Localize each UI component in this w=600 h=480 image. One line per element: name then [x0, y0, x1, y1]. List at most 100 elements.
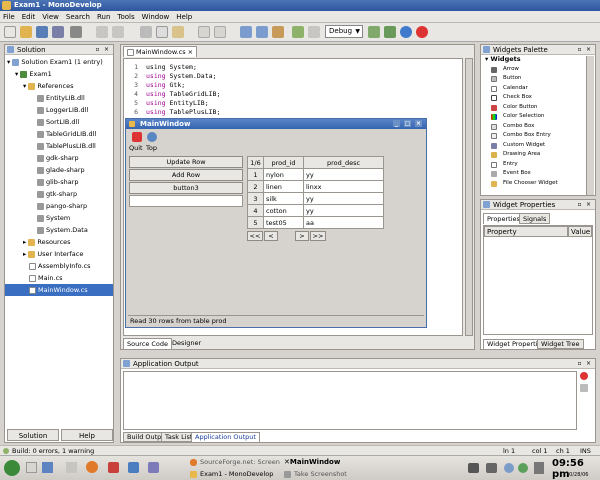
tree-item-project[interactable]: ▾ Exam1	[5, 68, 113, 80]
first-page-button[interactable]: <<	[247, 231, 263, 241]
cell-prod-id[interactable]: cotton	[263, 204, 304, 217]
table-row[interactable]: 4 cotton yy	[247, 204, 384, 217]
cell-prod-desc[interactable]: linxx	[303, 180, 384, 193]
close-icon[interactable]: ×	[585, 360, 592, 367]
cell-prod-desc[interactable]: yy	[303, 204, 384, 217]
file-manager-icon[interactable]	[66, 462, 77, 473]
tree-item-reference[interactable]: EntityLIB.dll	[5, 92, 113, 104]
palette-scrollbar[interactable]	[586, 56, 594, 195]
menu-run[interactable]: Run	[97, 13, 110, 21]
menu-file[interactable]: File	[3, 13, 15, 21]
palette-item[interactable]: Event Box	[481, 169, 585, 179]
volume-icon[interactable]	[534, 462, 544, 474]
add-row-button[interactable]: Add Row	[129, 169, 243, 181]
tree-item-reference[interactable]: System	[5, 212, 113, 224]
pin-icon[interactable]: ▫	[94, 46, 101, 53]
cell-prod-desc[interactable]: yy	[303, 192, 384, 205]
tree-item-solution[interactable]: ▾ Solution Exam1 (1 entry)	[5, 56, 113, 68]
palette-item[interactable]: Calendar	[481, 84, 585, 94]
maximize-icon[interactable]: □	[404, 120, 411, 127]
tree-item-file-selected[interactable]: MainWindow.cs	[5, 284, 113, 296]
network-icon[interactable]	[468, 463, 479, 473]
menu-edit[interactable]: Edit	[22, 13, 36, 21]
palette-item[interactable]: Color Button	[481, 103, 585, 113]
status-tray-icon[interactable]	[518, 463, 528, 473]
printer-tray-icon[interactable]	[486, 463, 497, 473]
palette-item[interactable]: Combo Box	[481, 122, 585, 132]
tab-designer[interactable]: Designer	[169, 338, 204, 349]
palette-item[interactable]: Color Selection	[481, 112, 585, 122]
palette-item[interactable]: File Chooser Widget	[481, 179, 585, 189]
comment-icon[interactable]	[272, 26, 284, 38]
app-launcher-icon[interactable]	[128, 462, 139, 473]
tab-properties[interactable]: Properties	[483, 213, 524, 224]
unindent-icon[interactable]	[256, 26, 268, 38]
clear-output-icon[interactable]	[580, 384, 588, 392]
pin-icon[interactable]: ▫	[576, 46, 583, 53]
app-launcher-icon[interactable]	[108, 462, 119, 473]
menu-view[interactable]: View	[42, 13, 59, 21]
column-header-prod-desc[interactable]: prod_desc	[303, 156, 384, 169]
tree-item-user-interface[interactable]: ▸ User Interface	[5, 248, 113, 260]
build-icon[interactable]	[368, 26, 380, 38]
tab-application-output[interactable]: Application Output	[191, 432, 260, 442]
table-row[interactable]: 3 silk yy	[247, 192, 384, 205]
output-text-area[interactable]	[123, 371, 577, 430]
tree-item-resources[interactable]: ▸ Resources	[5, 236, 113, 248]
column-header-prod-id[interactable]: prod_id	[263, 156, 304, 169]
tree-item-file[interactable]: Main.cs	[5, 272, 113, 284]
help-tab-button[interactable]: Help	[61, 429, 113, 441]
terminal-icon[interactable]	[42, 462, 53, 473]
tree-item-reference[interactable]: SortLIB.dll	[5, 116, 113, 128]
pin-icon[interactable]: ▫	[576, 360, 583, 367]
next-bookmark-icon[interactable]	[308, 26, 320, 38]
palette-item[interactable]: Entry	[481, 160, 585, 170]
tree-item-reference[interactable]: gdk-sharp	[5, 152, 113, 164]
last-page-button[interactable]: >>	[310, 231, 326, 241]
close-icon[interactable]: ×	[188, 48, 193, 56]
top-icon[interactable]	[147, 132, 157, 142]
palette-item[interactable]: Button	[481, 74, 585, 84]
redo-icon[interactable]	[112, 26, 124, 38]
firefox-icon[interactable]	[86, 461, 98, 473]
palette-item[interactable]: Combo Box Entry	[481, 131, 585, 141]
save-all-icon[interactable]	[52, 26, 64, 38]
build-all-icon[interactable]	[384, 26, 396, 38]
pin-icon[interactable]: ▫	[576, 201, 583, 208]
app-launcher-icon[interactable]	[148, 462, 159, 473]
close-icon[interactable]: ×	[585, 201, 592, 208]
stop-icon[interactable]	[416, 26, 428, 38]
taskbar-task[interactable]: SourceForge.net: Screen	[188, 457, 280, 468]
properties-grid[interactable]: Property Value	[483, 225, 593, 335]
editor-tab-mainwindow[interactable]: MainWindow.cs ×	[123, 46, 198, 57]
stop-output-icon[interactable]	[580, 372, 588, 380]
taskbar-task-active[interactable]: ✕MainWindow	[282, 457, 374, 468]
solution-tab-button[interactable]: Solution	[7, 429, 59, 441]
run-icon[interactable]	[400, 26, 412, 38]
new-file-icon[interactable]	[4, 26, 16, 38]
column-header-value[interactable]: Value	[568, 226, 592, 237]
tree-item-reference[interactable]: System.Data	[5, 224, 113, 236]
update-row-button[interactable]: Update Row	[129, 156, 243, 168]
show-desktop-icon[interactable]	[26, 462, 37, 473]
taskbar-task[interactable]: Exam1 - MonoDevelop	[188, 469, 280, 480]
menu-search[interactable]: Search	[66, 13, 90, 21]
empty-entry-field[interactable]	[129, 195, 243, 207]
palette-item[interactable]: Custom Widget	[481, 141, 585, 151]
cut-icon[interactable]	[140, 26, 152, 38]
save-icon[interactable]	[36, 26, 48, 38]
undo-icon[interactable]	[96, 26, 108, 38]
build-config-select[interactable]: Debug ▼	[325, 25, 363, 38]
start-menu-icon[interactable]	[4, 460, 20, 476]
table-row[interactable]: 1 nylon yy	[247, 168, 384, 181]
palette-item[interactable]: Check Box	[481, 93, 585, 103]
close-icon[interactable]: ×	[585, 46, 592, 53]
update-tray-icon[interactable]	[504, 463, 514, 473]
menu-window[interactable]: Window	[142, 13, 170, 21]
button3-button[interactable]: button3	[129, 182, 243, 194]
tree-item-reference[interactable]: glib-sharp	[5, 176, 113, 188]
tree-item-reference[interactable]: TablePlusLIB.dll	[5, 140, 113, 152]
tree-item-reference[interactable]: glade-sharp	[5, 164, 113, 176]
taskbar-task[interactable]: Take Screenshot	[282, 469, 374, 480]
cell-prod-id[interactable]: nylon	[263, 168, 304, 181]
